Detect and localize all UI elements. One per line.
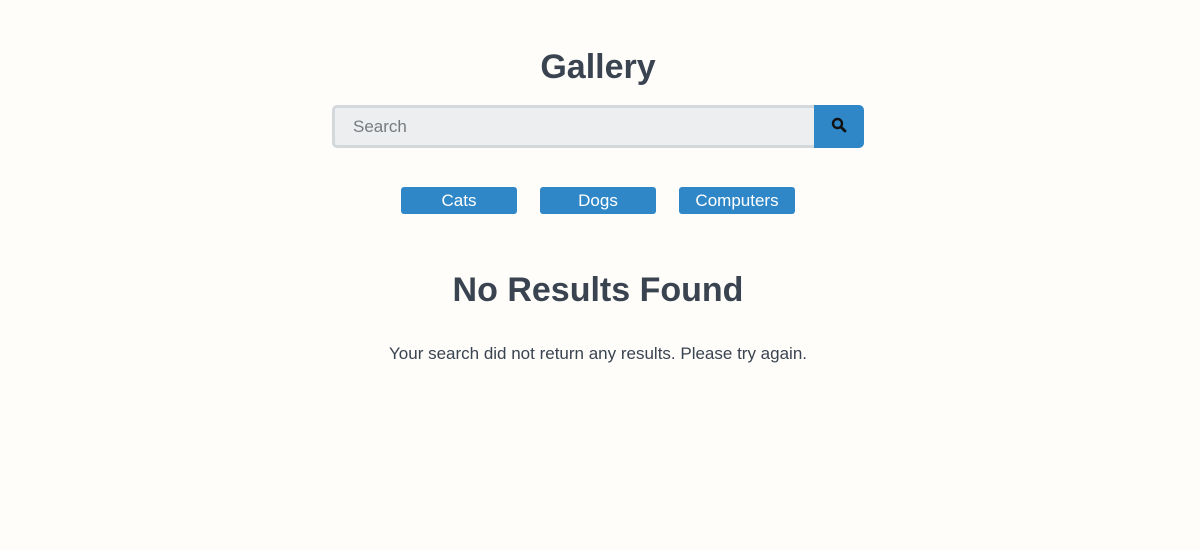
category-dogs-button[interactable]: Dogs xyxy=(540,187,656,214)
no-results-message: Your search did not return any results. … xyxy=(389,344,807,363)
gallery-page: Gallery Cats Dogs Computers No Results F… xyxy=(0,0,1200,550)
search-icon xyxy=(831,117,847,136)
search-button[interactable] xyxy=(814,105,864,148)
category-buttons: Cats Dogs Computers xyxy=(0,187,1196,214)
search-input[interactable] xyxy=(332,105,814,148)
category-cats-button[interactable]: Cats xyxy=(401,187,517,214)
search-form xyxy=(332,105,864,148)
page-title: Gallery xyxy=(540,48,656,86)
category-computers-button[interactable]: Computers xyxy=(679,187,795,214)
no-results-heading: No Results Found xyxy=(452,271,744,309)
